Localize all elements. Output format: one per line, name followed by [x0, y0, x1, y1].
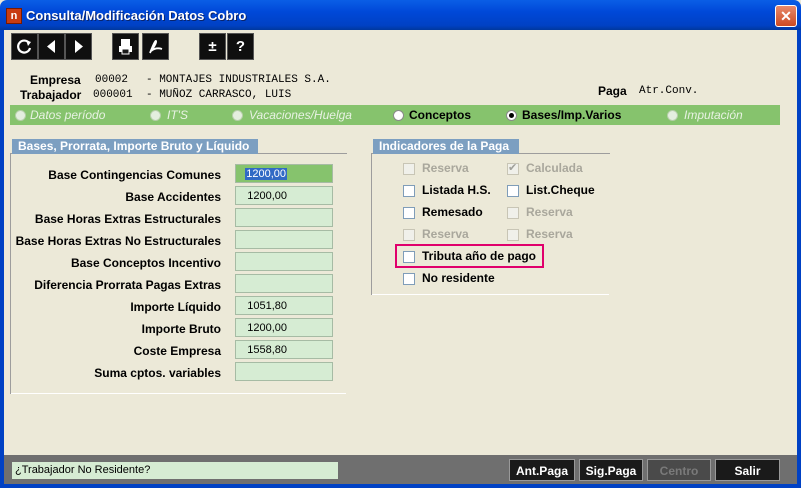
indicadores-group-bottom-line	[372, 294, 609, 295]
tab-label: Vacaciones/Huelga	[249, 108, 352, 122]
empresa-name: - MONTAJES INDUSTRIALES S.A.	[146, 74, 331, 86]
refresh-icon	[17, 39, 32, 54]
reserva-3-checkbox	[403, 229, 415, 241]
tab-label: IT'S	[167, 108, 188, 122]
refresh-button[interactable]	[11, 33, 38, 60]
suma-cptos-variables-field[interactable]	[235, 362, 333, 381]
radio-selected-dot	[509, 113, 514, 118]
base-horas-extras-estructurales-label: Base Horas Extras Estructurales	[34, 212, 221, 226]
tributa-ano-pago-checkbox[interactable]	[403, 251, 415, 263]
bases-group-bottom-line	[11, 393, 346, 394]
importe-bruto-label: Importe Bruto	[141, 322, 221, 336]
pdf-icon	[149, 40, 163, 54]
paga-label: Paga	[598, 84, 627, 98]
base-horas-extras-no-estructurales-field[interactable]	[235, 230, 333, 249]
no-residente-label[interactable]: No residente	[422, 271, 495, 285]
window-frame-right	[797, 30, 801, 488]
ant-paga-button[interactable]: Ant.Paga	[509, 459, 575, 481]
arrow-right-icon	[75, 40, 83, 53]
empresa-code: 00002	[95, 74, 129, 86]
reserva-3-label: Reserva	[422, 227, 469, 241]
next-button[interactable]	[65, 33, 92, 60]
base-accidentes-field[interactable]: 1200,00	[235, 186, 333, 205]
tab-label: Imputación	[684, 108, 743, 122]
trabajador-code: 000001	[93, 89, 133, 101]
salir-button[interactable]: Salir	[715, 459, 780, 481]
window-frame-bottom	[0, 484, 801, 488]
radio-icon	[667, 110, 678, 121]
arrow-left-icon	[47, 40, 55, 53]
window-title: Consulta/Modificación Datos Cobro	[26, 8, 247, 23]
plus-minus-button[interactable]: ±	[199, 33, 226, 60]
listada-hs-label[interactable]: Listada H.S.	[422, 183, 491, 197]
radio-icon[interactable]	[506, 110, 517, 121]
window-frame-left	[0, 30, 4, 488]
trabajador-name: - MUÑOZ CARRASCO, LUIS	[146, 89, 292, 101]
app-icon: n	[6, 8, 22, 24]
calculada-checkbox: ✔	[507, 162, 519, 175]
radio-icon	[150, 110, 161, 121]
reserva-2-checkbox	[507, 207, 519, 219]
status-message: ¿Trabajador No Residente?	[12, 462, 338, 479]
base-conceptos-incentivo-label: Base Conceptos Incentivo	[70, 256, 221, 270]
coste-empresa-label: Coste Empresa	[133, 344, 221, 358]
reserva-2-label: Reserva	[526, 205, 573, 219]
reserva-4-checkbox	[507, 229, 519, 241]
importe-liquido-field[interactable]: 1051,80	[235, 296, 333, 315]
radio-icon	[232, 110, 243, 121]
tab-label[interactable]: Bases/Imp.Varios	[522, 108, 621, 122]
list-cheque-checkbox[interactable]	[507, 185, 519, 197]
printer-icon	[119, 39, 132, 55]
empresa-label: Empresa	[30, 73, 81, 87]
tributa-ano-pago-label[interactable]: Tributa año de pago	[422, 249, 536, 263]
no-residente-checkbox[interactable]	[403, 273, 415, 285]
listada-hs-checkbox[interactable]	[403, 185, 415, 197]
bases-group-title: Bases, Prorrata, Importe Bruto y Líquido	[12, 139, 258, 154]
paga-value: Atr.Conv.	[639, 85, 699, 97]
base-horas-extras-estructurales-field[interactable]	[235, 208, 333, 227]
coste-empresa-field[interactable]: 1558,80	[235, 340, 333, 359]
check-icon: ✔	[508, 162, 518, 174]
remesado-checkbox[interactable]	[403, 207, 415, 219]
remesado-label[interactable]: Remesado	[422, 205, 483, 219]
list-cheque-label[interactable]: List.Cheque	[526, 183, 595, 197]
base-contingencias-label: Base Contingencias Comunes	[48, 168, 221, 182]
importe-bruto-field[interactable]: 1200,00	[235, 318, 333, 337]
radio-icon[interactable]	[393, 110, 404, 121]
base-conceptos-incentivo-field[interactable]	[235, 252, 333, 271]
tab-label: Datos período	[30, 108, 106, 122]
importe-liquido-label: Importe Líquido	[130, 300, 221, 314]
base-horas-extras-no-estructurales-label: Base Horas Extras No Estructurales	[15, 234, 221, 248]
section-tab-bar: Datos período IT'S Vacaciones/Huelga Con…	[10, 105, 780, 125]
radio-icon	[15, 110, 26, 121]
sig-paga-button[interactable]: Sig.Paga	[579, 459, 643, 481]
calculada-label: Calculada	[526, 161, 583, 175]
diferencia-prorrata-label: Diferencia Prorrata Pagas Extras	[34, 278, 221, 292]
base-accidentes-label: Base Accidentes	[125, 190, 221, 204]
trabajador-label: Trabajador	[20, 88, 82, 102]
previous-button[interactable]	[38, 33, 65, 60]
help-button[interactable]: ?	[227, 33, 254, 60]
reserva-4-label: Reserva	[526, 227, 573, 241]
diferencia-prorrata-field[interactable]	[235, 274, 333, 293]
base-contingencias-value: 1200,00	[245, 168, 287, 180]
close-button[interactable]: ✕	[775, 5, 797, 27]
suma-cptos-variables-label: Suma cptos. variables	[94, 366, 221, 380]
reserva-1-label: Reserva	[422, 161, 469, 175]
pdf-button[interactable]	[142, 33, 169, 60]
print-button[interactable]	[112, 33, 139, 60]
tab-label[interactable]: Conceptos	[409, 108, 471, 122]
reserva-1-checkbox	[403, 163, 415, 175]
centro-button: Centro	[647, 459, 711, 481]
indicadores-group-title: Indicadores de la Paga	[373, 139, 519, 154]
base-contingencias-field[interactable]: 1200,00	[235, 164, 333, 183]
